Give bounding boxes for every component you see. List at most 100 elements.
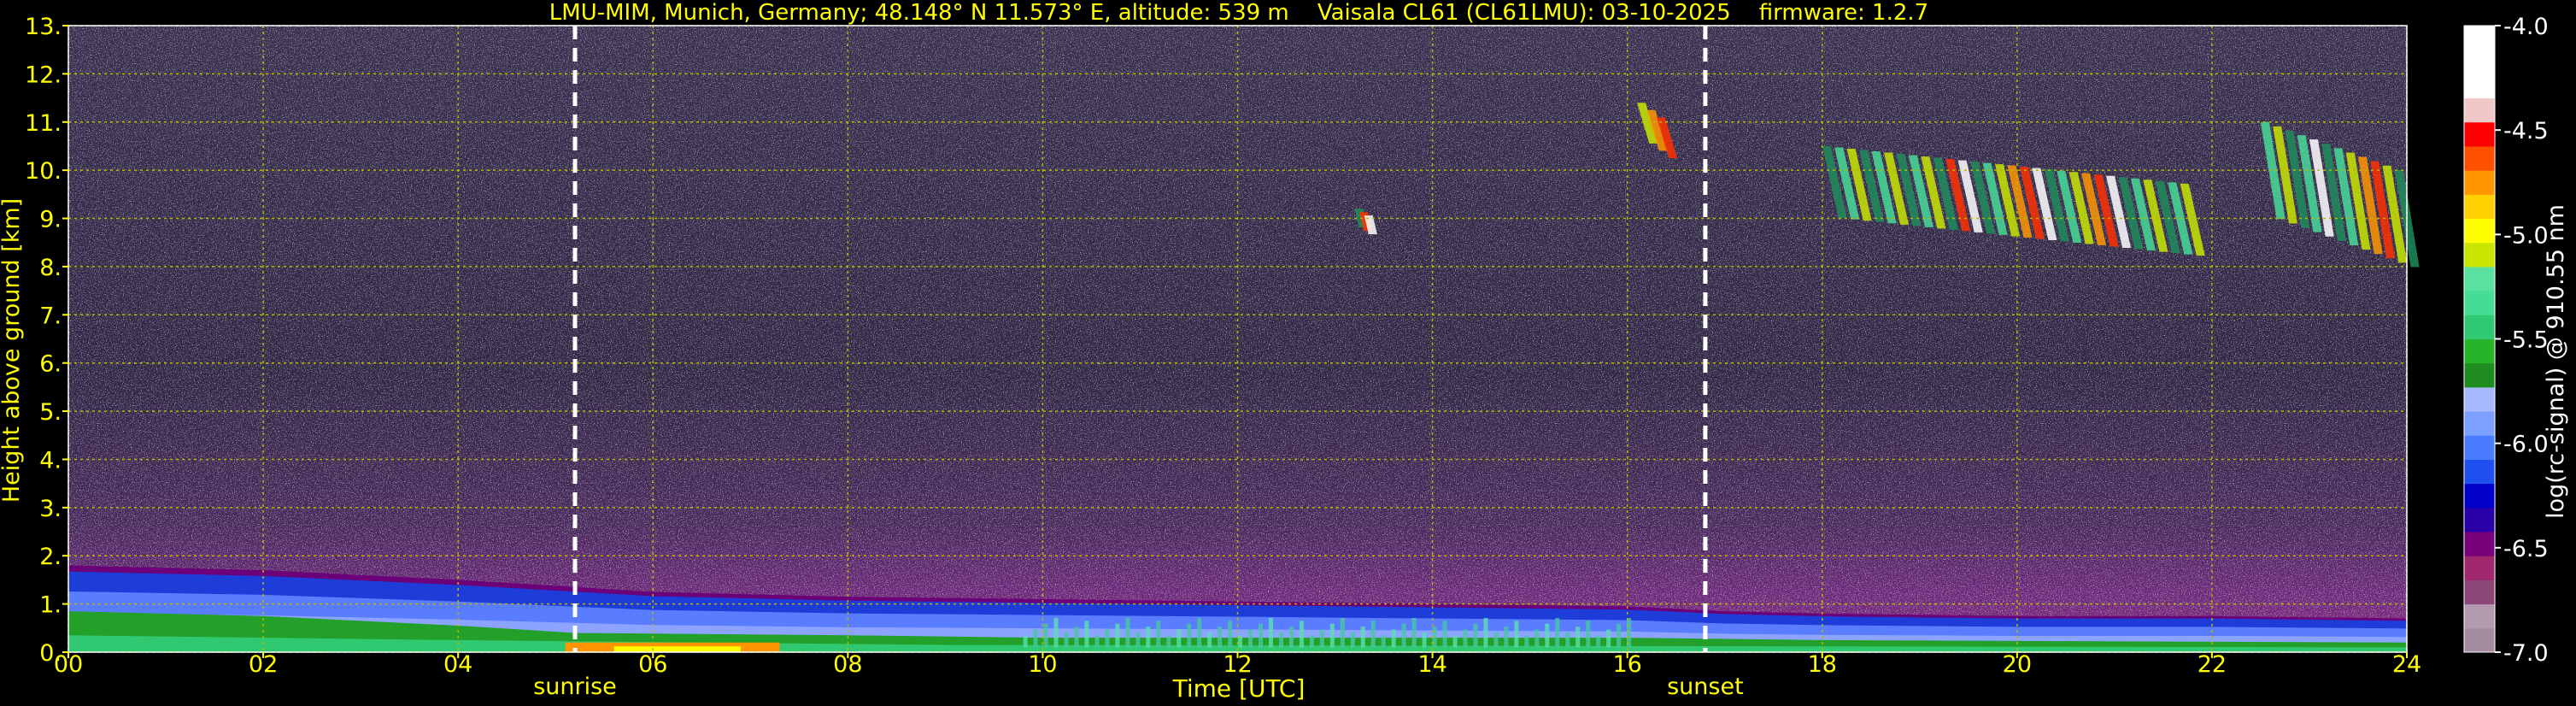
convective-streak [1401,623,1406,648]
x-tick-label: 04 [443,651,472,678]
convective-streak [1617,623,1622,648]
colorbar-segment [2464,459,2495,485]
sunset-label: sunset [1667,674,1744,700]
convective-streak [1534,629,1540,648]
chart-title: LMU-MIM, Munich, Germany; 48.148° N 11.5… [549,0,1928,26]
x-tick-label: 18 [1808,651,1837,678]
sunrise-label: sunrise [533,674,617,700]
y-tick-label: 10. [25,158,62,185]
colorbar-tick-label: -6.5 [2503,536,2549,562]
x-tick-label: 10 [1028,651,1057,678]
convective-streak [1228,621,1233,648]
colorbar-tick-label: -6.0 [2503,432,2549,458]
convective-streak [1340,617,1345,648]
colorbar-segment [2464,483,2495,509]
y-tick-label: 6. [39,351,62,378]
convective-streak [1278,632,1283,648]
convective-streak [1596,635,1601,648]
morning-surface-peak [613,646,741,652]
convective-streak [1023,635,1028,648]
colorbar-segment [2464,242,2495,268]
convective-streak [1125,617,1130,648]
colorbar-segment [2464,121,2495,147]
y-tick-label: 4. [39,447,62,474]
convective-streak [1442,621,1447,648]
colorbar-segment [2464,556,2495,580]
convective-streak [1329,623,1335,648]
convective-streak [1606,629,1611,648]
y-tick-label: 3. [39,496,62,522]
convective-streak [1115,623,1120,648]
colorbar-segment [2464,291,2495,315]
colorbar-tick-label: -5.5 [2503,327,2549,354]
x-tick-label: 20 [2003,651,2032,678]
convective-streak [1452,635,1458,648]
convective-streak [1084,621,1089,648]
convective-streak [1299,621,1304,648]
x-tick-label: 22 [2198,651,2227,678]
colorbar-segment [2464,26,2495,50]
convective-streak [1493,632,1499,648]
colorbar-segment [2464,266,2495,291]
convective-streak [1576,627,1581,648]
y-tick-label: 2. [39,544,62,570]
convective-streak [1135,632,1141,648]
colorbar-tick-label: -7.0 [2503,640,2549,667]
colorbar-segment [2464,315,2495,339]
colorbar-segment [2464,362,2495,388]
convective-streak [1187,623,1192,648]
convective-streak [1391,629,1396,648]
convective-streak [1504,627,1509,648]
convective-streak [1411,617,1417,648]
convective-streak [1360,627,1365,648]
plot-area [68,26,2420,652]
convective-streak [1350,632,1355,648]
convective-streak [1268,617,1273,648]
convective-streak [1248,629,1253,648]
colorbar-tick-label: -4.0 [2503,14,2549,40]
y-tick-label: 12. [25,62,62,88]
y-tick-label: 9. [39,207,62,233]
convective-streak [1565,632,1570,648]
convective-streak [1033,629,1038,648]
colorbar-segment [2464,386,2495,412]
ceilometer-chart: sunrise sunset 00 02 04 06 08 10 12 14 16 18 20 22 24… [0,0,2576,706]
x-tick-label: 02 [249,651,278,678]
convective-streak [1309,635,1314,648]
colorbar-segment [2464,145,2495,171]
x-tick-label: 08 [833,651,862,678]
convective-streak [1288,627,1294,648]
colorbar-segment [2464,97,2495,123]
colorbar-segment [2464,627,2495,653]
x-tick-label: 24 [2392,651,2421,678]
y-tick-label: 13. [25,14,62,40]
y-tick-label: 8. [39,255,62,281]
colorbar-tick-label: -4.5 [2503,118,2549,144]
convective-streak [1094,635,1100,648]
convective-streak [1064,632,1069,648]
convective-streak [1545,623,1550,648]
y-tick-label: 0. [39,640,62,667]
convective-streak [1483,617,1488,648]
colorbar-label: log(rc-signal) @ 910.55 nm [2543,204,2569,519]
y-tick-label: 1. [39,592,62,619]
colorbar-segment [2464,338,2495,364]
colorbar-segment [2464,603,2495,629]
convective-streak [1381,635,1386,648]
convective-streak [1053,617,1059,648]
convective-streak [1218,627,1223,648]
colorbar-segment [2464,50,2495,74]
colorbar-segment [2464,411,2495,436]
colorbar-segment [2464,74,2495,99]
convective-streak [1105,629,1110,648]
x-tick-label: 16 [1612,651,1641,678]
colorbar-segment [2464,194,2495,220]
convective-streak [1156,621,1161,648]
colorbar-tick-label: -5.0 [2503,222,2549,249]
convective-streak [1473,623,1478,648]
convective-streak [1074,627,1079,648]
colorbar-segment [2464,218,2495,244]
x-tick-label: 06 [638,651,667,678]
x-tick-label: 14 [1417,651,1446,678]
convective-streak [1259,623,1264,648]
